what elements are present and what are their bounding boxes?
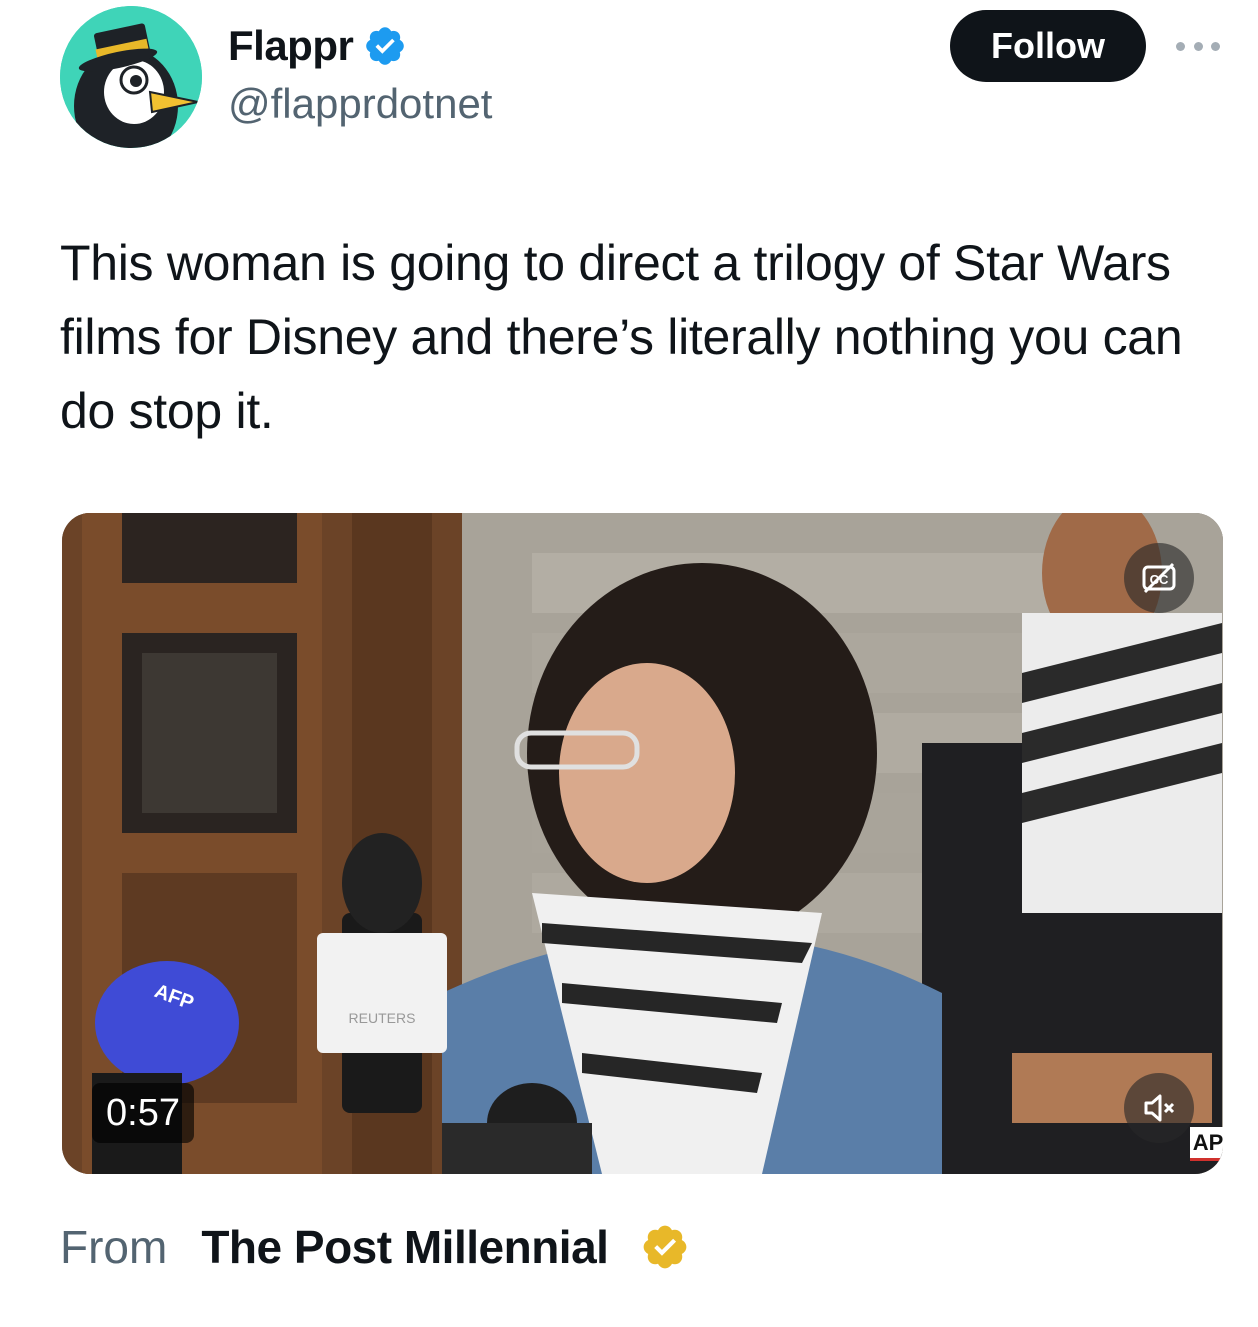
video-player[interactable]: REUTERS AFP 0:57 CC AP	[62, 513, 1223, 1174]
more-options-icon[interactable]	[1174, 28, 1222, 64]
captions-glyph: CC	[1142, 562, 1176, 594]
verified-badge-icon[interactable]	[363, 24, 407, 68]
captions-off-icon[interactable]: CC	[1124, 543, 1194, 613]
ap-watermark: AP	[1190, 1127, 1223, 1161]
source-prefix: From	[60, 1221, 168, 1273]
tweet-text: This woman is going to direct a trilogy …	[60, 235, 1183, 439]
penguin-avatar-icon	[60, 6, 202, 148]
gold-verified-badge-icon[interactable]	[640, 1222, 690, 1272]
author-name-row: Flappr	[228, 18, 407, 74]
author-display-name[interactable]: Flappr	[228, 22, 354, 70]
source-name-link[interactable]: The Post Millennial	[201, 1220, 609, 1274]
source-attribution: From The Post Millennial	[60, 1212, 690, 1282]
mute-glyph	[1144, 1094, 1175, 1122]
more-dot	[1193, 41, 1203, 51]
more-dot	[1176, 41, 1185, 51]
video-thumbnail: REUTERS AFP	[62, 513, 1223, 1174]
more-dot	[1211, 41, 1220, 51]
author-avatar[interactable]	[60, 6, 202, 148]
volume-muted-icon[interactable]	[1124, 1073, 1194, 1143]
author-handle[interactable]: @flapprdotnet	[228, 80, 492, 128]
reuters-mic-label: REUTERS	[349, 1010, 416, 1026]
video-duration: 0:57	[92, 1083, 194, 1143]
follow-button[interactable]: Follow	[950, 10, 1146, 82]
